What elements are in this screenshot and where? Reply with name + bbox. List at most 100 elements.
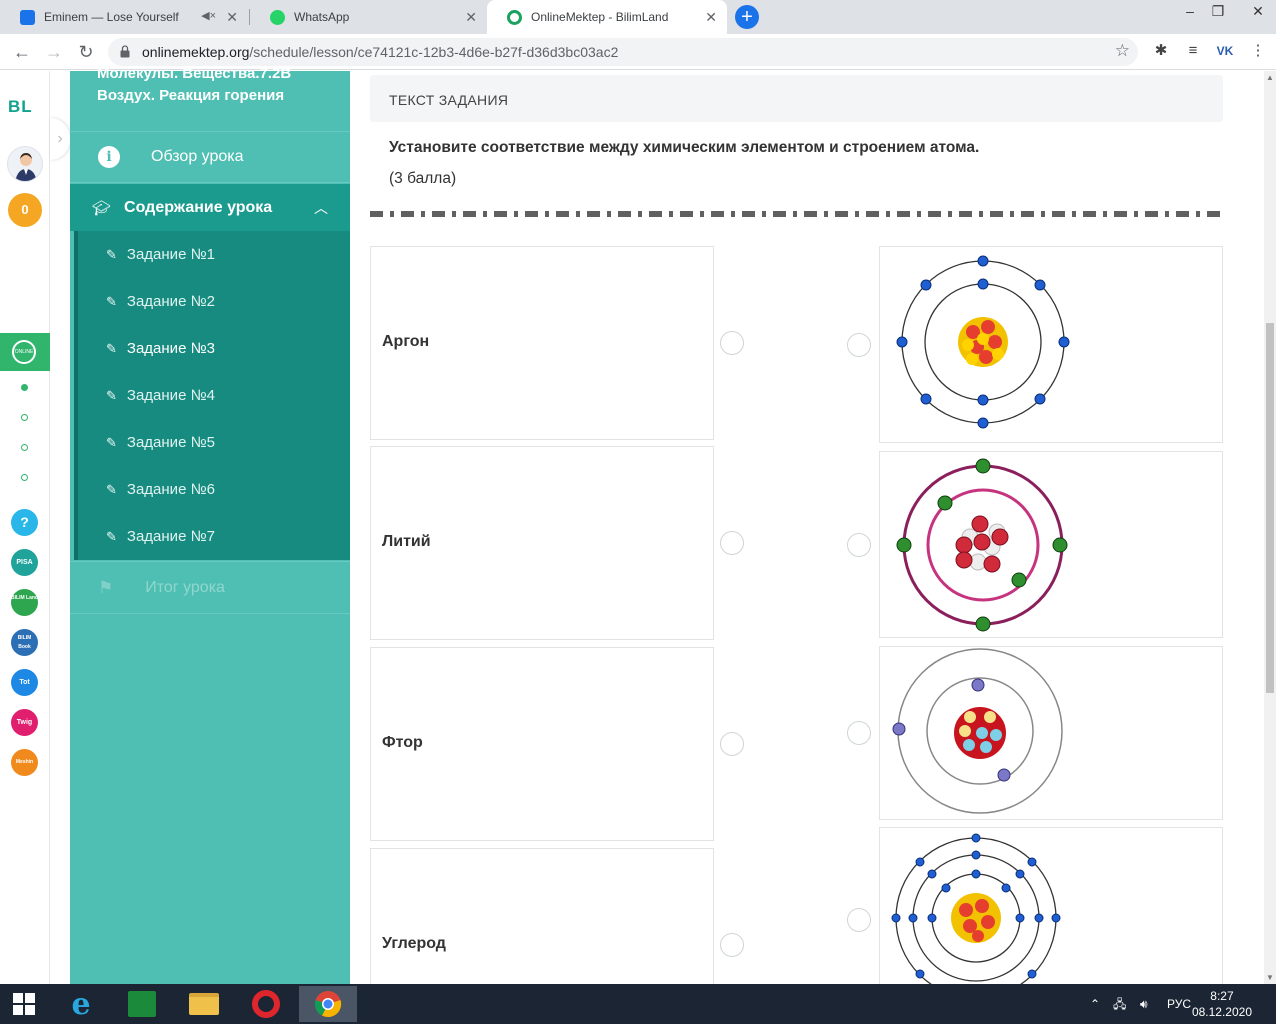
element-card-fluorine[interactable]: Фтор (370, 647, 714, 841)
nav-dot[interactable] (21, 474, 28, 481)
volume-icon[interactable]: 🔊︎ (1140, 984, 1148, 1024)
atom-diagram-card-4[interactable] (879, 827, 1223, 987)
extensions-icon[interactable]: ✱ (1150, 40, 1172, 62)
divider (370, 211, 1223, 217)
pisa-icon[interactable]: PISA (11, 549, 38, 576)
menu-kebab-icon[interactable]: ⋮ (1247, 40, 1269, 62)
nav-dot[interactable] (21, 414, 28, 421)
right-match-radio-4[interactable] (847, 908, 871, 932)
atom-diagram-card-1[interactable] (879, 246, 1223, 443)
atom-diagram-argon-like (896, 255, 1070, 429)
atom-diagram-lithium-like (896, 458, 1068, 632)
clock[interactable]: 8:27 08.12.2020 (1192, 988, 1252, 1020)
media-control-icon[interactable]: ≡ (1182, 40, 1204, 62)
tab-title: WhatsApp (294, 10, 350, 24)
back-button[interactable]: ← (10, 40, 34, 64)
sidebar-item-label: Итог урока (145, 578, 225, 596)
sidebar-item-task-5[interactable]: ✎ Задание №5 (78, 419, 350, 466)
address-bar[interactable]: onlinemektep.org/schedule/lesson/ce74121… (108, 38, 1138, 66)
browser-tab-whatsapp[interactable]: WhatsApp ✕ (250, 0, 487, 34)
edit-icon: ✎ (106, 340, 117, 356)
tab-title: OnlineMektep - BilimLand (531, 10, 669, 24)
scroll-down-arrow[interactable]: ▼ (1266, 973, 1274, 982)
close-tab-icon[interactable]: ✕ (465, 9, 477, 26)
task-content: ТЕКСТ ЗАДАНИЯ Установите соответствие ме… (350, 71, 1264, 1008)
atom-diagram-card-3[interactable] (879, 646, 1223, 820)
close-tab-icon[interactable]: ✕ (705, 9, 717, 26)
element-card-argon[interactable]: Аргон (370, 246, 714, 440)
edit-icon: ✎ (106, 387, 117, 403)
rail-expand-arrow[interactable]: › (50, 118, 70, 160)
lock-icon[interactable] (120, 45, 130, 58)
sidebar-item-summary[interactable]: ⚑ Итог урока (70, 561, 350, 614)
bilimland-app-icon[interactable]: BILIM Land (11, 589, 38, 616)
maximize-button[interactable]: ❐ (1200, 0, 1236, 30)
user-avatar[interactable] (7, 146, 43, 182)
bookmark-star-icon[interactable]: ☆ (1115, 41, 1130, 61)
speaker-muted-icon[interactable]: ◀× (201, 9, 216, 22)
chrome-icon[interactable] (299, 986, 357, 1022)
bilimland-logo[interactable]: BL (8, 97, 33, 117)
bilimbook-icon[interactable]: BILIM Book (11, 629, 38, 656)
edit-icon: ✎ (106, 293, 117, 309)
sidebar-item-task-4[interactable]: ✎ Задание №4 (78, 372, 350, 419)
network-icon[interactable]: 🖧︎ (1113, 984, 1126, 1024)
sidebar-item-overview[interactable]: i Обзор урока (70, 131, 350, 183)
coins-badge[interactable]: 0 (8, 193, 42, 227)
page-scrollbar[interactable]: ▲ ▼ (1264, 71, 1276, 984)
browser-tab-onlinemektep[interactable]: OnlineMektep - BilimLand ✕ (487, 0, 727, 34)
left-match-radio-3[interactable] (720, 732, 744, 756)
start-button[interactable] (0, 986, 48, 1022)
atom-diagram-card-2[interactable] (879, 451, 1223, 638)
task-label: Задание №1 (126, 246, 216, 263)
tray-overflow-icon[interactable]: ⌃ (1090, 984, 1100, 1024)
browser-tab-bar: Eminem — Lose Yourself ◀× ✕ WhatsApp ✕ O… (0, 0, 1276, 34)
sidebar-item-task-3[interactable]: ✎ Задание №3 (78, 325, 350, 372)
language-indicator[interactable]: РУС (1167, 984, 1191, 1024)
atom-diagram-fluorine-like (892, 648, 1063, 814)
onlinemektep-icon: ONLINE (12, 340, 36, 364)
meshin-icon[interactable]: Meshin (11, 749, 38, 776)
element-card-lithium[interactable]: Литий (370, 446, 714, 640)
sidebar-item-content[interactable]: 🎓︎ Содержание урока ︿ (70, 184, 350, 231)
right-match-radio-3[interactable] (847, 721, 871, 745)
points-text: (3 балла) (389, 170, 457, 187)
element-name: Литий (382, 533, 431, 550)
url-text[interactable]: onlinemektep.org/schedule/lesson/ce74121… (142, 44, 618, 60)
close-tab-icon[interactable]: ✕ (226, 9, 238, 26)
close-window-button[interactable]: ✕ (1240, 0, 1276, 30)
lesson-title: Молекулы. Вещества.7.2В Воздух. Реакция … (97, 65, 292, 104)
scrollbar-thumb[interactable] (1266, 323, 1274, 693)
browser-tab-music[interactable]: Eminem — Lose Yourself ◀× ✕ (0, 0, 248, 34)
element-name: Фтор (382, 734, 423, 751)
store-icon[interactable] (113, 986, 171, 1022)
sidebar-item-task-2[interactable]: ✎ Задание №2 (78, 278, 350, 325)
forward-button[interactable]: → (42, 40, 66, 64)
opera-icon[interactable] (237, 986, 295, 1022)
chevron-up-icon[interactable]: ︿ (314, 198, 328, 218)
left-match-radio-1[interactable] (720, 331, 744, 355)
twig-icon[interactable]: Twig (11, 709, 38, 736)
edit-icon: ✎ (106, 434, 117, 450)
onlinemektep-nav-button[interactable]: ONLINE (0, 333, 50, 371)
windows-logo-icon (13, 993, 35, 1015)
right-match-radio-2[interactable] (847, 533, 871, 557)
right-match-radio-1[interactable] (847, 333, 871, 357)
vk-extension-icon[interactable]: VK (1214, 40, 1236, 62)
sidebar-item-task-6[interactable]: ✎ Задание №6 (78, 466, 350, 513)
scroll-up-arrow[interactable]: ▲ (1266, 73, 1274, 82)
nav-dot[interactable] (21, 384, 28, 391)
internet-explorer-icon[interactable]: e (52, 986, 110, 1022)
task-header: ТЕКСТ ЗАДАНИЯ (370, 75, 1223, 122)
file-explorer-icon[interactable] (175, 986, 233, 1022)
reload-button[interactable]: ↻ (74, 40, 98, 64)
sidebar-item-task-1[interactable]: ✎ Задание №1 (78, 231, 350, 278)
new-tab-button[interactable]: + (735, 5, 759, 29)
nav-dot[interactable] (21, 444, 28, 451)
help-icon[interactable]: ? (11, 509, 38, 536)
tot-icon[interactable]: Tot (11, 669, 38, 696)
sidebar-item-task-7[interactable]: ✎ Задание №7 (78, 513, 350, 560)
left-match-radio-2[interactable] (720, 531, 744, 555)
left-match-radio-4[interactable] (720, 933, 744, 957)
task-label: Задание №5 (126, 434, 216, 451)
